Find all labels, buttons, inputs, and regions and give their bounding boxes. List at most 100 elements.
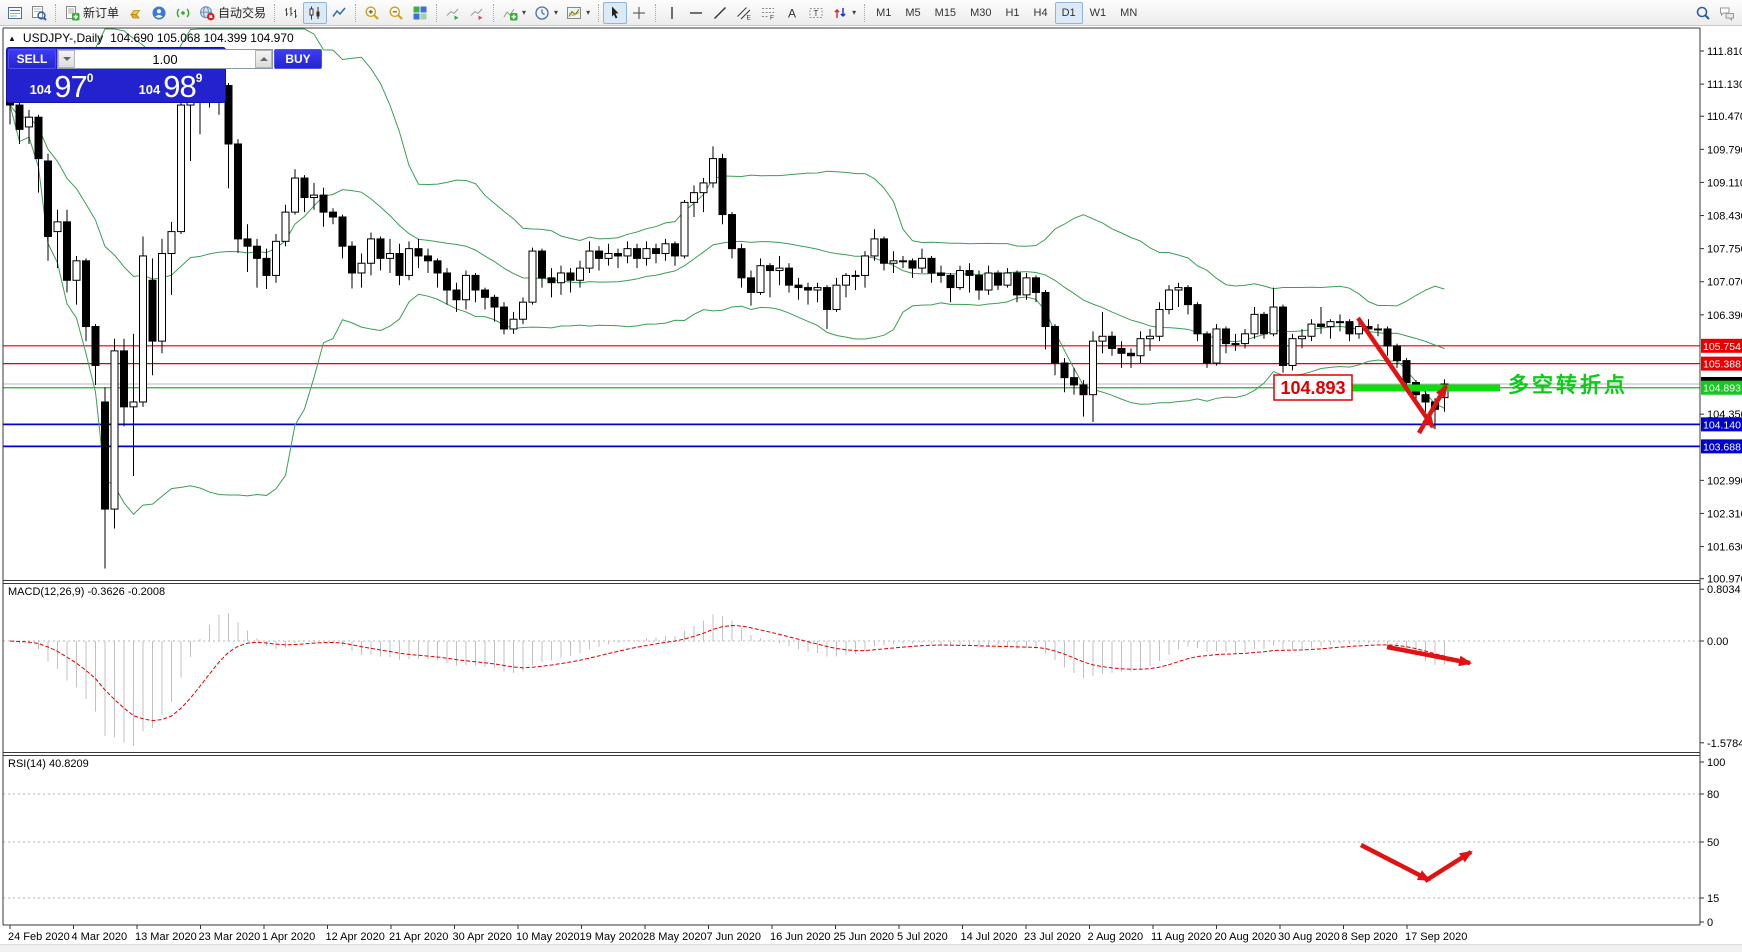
svg-text:E: E — [747, 14, 752, 21]
price-chart-canvas[interactable]: 111.810111.130110.470109.790109.110108.4… — [0, 0, 1742, 952]
templates-button[interactable]: ▾ — [562, 2, 594, 24]
market-watch-button[interactable] — [3, 2, 27, 24]
arrows-icon — [832, 5, 848, 21]
auto-scroll-button[interactable] — [441, 2, 465, 24]
autotrading-label: 自动交易 — [218, 4, 266, 21]
templates-icon — [566, 5, 582, 21]
volume-increase-button[interactable] — [255, 50, 272, 68]
svg-text:0.00: 0.00 — [1707, 636, 1728, 648]
zone-annotation-text: 多空转折点 — [1508, 373, 1628, 397]
timeframe-m15-button[interactable]: M15 — [928, 2, 963, 24]
toolbar-separator — [493, 4, 494, 22]
svg-text:8 Sep 2020: 8 Sep 2020 — [1342, 931, 1398, 943]
zoom-out-icon — [388, 5, 404, 21]
timeframe-d1-button[interactable]: D1 — [1055, 2, 1083, 24]
svg-text:11 Aug 2020: 11 Aug 2020 — [1151, 931, 1212, 943]
svg-text:1 Apr 2020: 1 Apr 2020 — [262, 931, 315, 943]
text-button[interactable]: A — [780, 2, 804, 24]
buy-price-big: 98 — [163, 74, 195, 100]
svg-text:12 Apr 2020: 12 Apr 2020 — [326, 931, 385, 943]
svg-text:80: 80 — [1707, 789, 1719, 801]
svg-text:13 Mar 2020: 13 Mar 2020 — [135, 931, 197, 943]
toolbar-separator — [864, 4, 865, 22]
buy-price[interactable]: 104 98 9 — [117, 70, 224, 101]
svg-text:16 Jun 2020: 16 Jun 2020 — [770, 931, 831, 943]
svg-text:102.310: 102.310 — [1707, 508, 1742, 520]
zoom-out-button[interactable] — [384, 2, 408, 24]
price-axis[interactable]: 111.810111.130110.470109.790109.110108.4… — [1700, 46, 1742, 929]
timeframe-m1-button[interactable]: M1 — [869, 2, 898, 24]
svg-text:101.630: 101.630 — [1707, 542, 1742, 554]
new-order-button[interactable]: 新订单 — [60, 2, 123, 24]
navigator-button[interactable] — [27, 2, 51, 24]
horizontal-line-icon — [688, 5, 704, 21]
date-axis[interactable]: 24 Feb 20204 Mar 202013 Mar 202023 Mar 2… — [8, 925, 1467, 943]
market-button[interactable] — [123, 2, 147, 24]
chevron-down-icon: ▾ — [522, 8, 526, 17]
volume-input[interactable] — [75, 50, 255, 68]
macd-signal-line — [10, 626, 1445, 721]
vertical-line-button[interactable] — [660, 2, 684, 24]
collapse-panel-icon[interactable]: ▲ — [8, 34, 16, 43]
svg-text:108.430: 108.430 — [1707, 211, 1742, 223]
autotrading-button[interactable]: 自动交易 — [195, 2, 270, 24]
support-zone-bar — [1352, 385, 1500, 392]
svg-text:102.990: 102.990 — [1707, 475, 1742, 487]
sell-price-pip: 0 — [87, 71, 94, 85]
volume-decrease-button[interactable] — [58, 50, 75, 68]
chat-button[interactable] — [1715, 2, 1739, 24]
main-toolbar: 新订单自动交易▾▾▾EFAT▾M1M5M15M30H1H4D1W1MN — [0, 0, 1742, 26]
indicators-button[interactable]: ▾ — [498, 2, 530, 24]
buy-price-pip: 9 — [196, 71, 203, 85]
chart-shift-button[interactable] — [465, 2, 489, 24]
candlestick-chart-icon — [307, 5, 323, 21]
trendline-button[interactable] — [708, 2, 732, 24]
chart-annotations[interactable]: 104.893多空转折点 — [1274, 318, 1628, 881]
candles-series[interactable] — [7, 56, 1449, 569]
svg-text:0: 0 — [1707, 917, 1713, 929]
timeframe-m30-button[interactable]: M30 — [963, 2, 998, 24]
buy-button[interactable]: BUY — [274, 49, 322, 69]
community-button[interactable] — [147, 2, 171, 24]
cursor-button[interactable] — [603, 2, 627, 24]
arrows-button[interactable]: ▾ — [828, 2, 860, 24]
new-order-label: 新订单 — [83, 4, 119, 21]
timeframe-w1-button[interactable]: W1 — [1083, 2, 1114, 24]
fibonacci-button[interactable]: F — [756, 2, 780, 24]
tile-windows-button[interactable] — [408, 2, 432, 24]
chevron-down-icon: ▾ — [554, 8, 558, 17]
line-chart-icon — [331, 5, 347, 21]
timeframe-mn-button[interactable]: MN — [1113, 2, 1144, 24]
svg-text:19 May 2020: 19 May 2020 — [580, 931, 644, 943]
svg-text:5 Jul 2020: 5 Jul 2020 — [897, 931, 948, 943]
svg-text:21 Apr 2020: 21 Apr 2020 — [389, 931, 448, 943]
equidistant-channel-button[interactable]: E — [732, 2, 756, 24]
zoom-in-button[interactable] — [360, 2, 384, 24]
timeframe-h1-button[interactable]: H1 — [998, 2, 1026, 24]
svg-text:30 Aug 2020: 30 Aug 2020 — [1278, 931, 1340, 943]
indicator-levels — [3, 641, 1700, 898]
svg-text:109.110: 109.110 — [1707, 177, 1742, 189]
buy-price-main: 104 — [139, 83, 161, 100]
sell-price[interactable]: 104 97 0 — [8, 70, 115, 101]
horizontal-line-button[interactable] — [684, 2, 708, 24]
candlestick-chart-button[interactable] — [303, 2, 327, 24]
svg-text:104.140: 104.140 — [1703, 419, 1741, 431]
signals-button[interactable] — [171, 2, 195, 24]
timeframe-m5-button[interactable]: M5 — [898, 2, 927, 24]
text-label-button[interactable]: T — [804, 2, 828, 24]
toolbar-separator — [55, 4, 56, 22]
sell-button[interactable]: SELL — [8, 49, 56, 69]
svg-text:28 May 2020: 28 May 2020 — [643, 931, 707, 943]
line-chart-button[interactable] — [327, 2, 351, 24]
trend-arrow — [1358, 318, 1433, 427]
svg-text:4 Mar 2020: 4 Mar 2020 — [72, 931, 128, 943]
svg-text:17 Sep 2020: 17 Sep 2020 — [1405, 931, 1467, 943]
timeframe-h4-button[interactable]: H4 — [1027, 2, 1055, 24]
crosshair-button[interactable] — [627, 2, 651, 24]
search-button[interactable] — [1691, 2, 1715, 24]
bar-chart-button[interactable] — [279, 2, 303, 24]
periods-button[interactable]: ▾ — [530, 2, 562, 24]
toolbar-separator — [436, 4, 437, 22]
cursor-icon — [607, 5, 623, 21]
